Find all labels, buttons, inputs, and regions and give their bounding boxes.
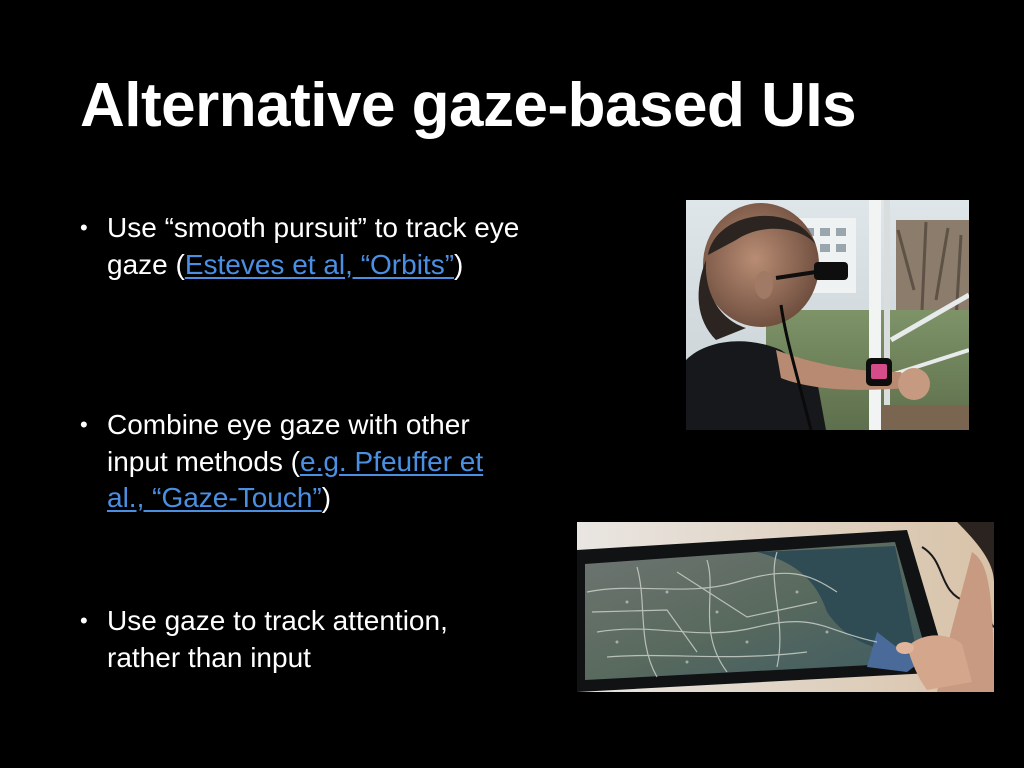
orbits-link[interactable]: Esteves et al, “Orbits”: [185, 249, 454, 280]
bullet-text: Combine eye gaze with other input method…: [107, 407, 520, 517]
bullet-dot: •: [80, 608, 88, 633]
gaze-touch-illustration: [577, 522, 994, 692]
slide: Alternative gaze-based UIs • Use “smooth…: [0, 0, 1024, 768]
bullet-dot: •: [80, 412, 88, 437]
slide-title: Alternative gaze-based UIs: [80, 71, 857, 140]
smartwatch-gaze-illustration: [686, 200, 969, 430]
gaze-touch-photo: [577, 522, 994, 692]
bullet-item-combine-gaze: • Combine eye gaze with other input meth…: [80, 407, 520, 517]
bullet-item-track-attention: • Use gaze to track attention, rather th…: [80, 603, 520, 676]
bullet-text: Use “smooth pursuit” to track eye gaze (…: [107, 210, 520, 283]
bullet-text-after: ): [321, 482, 332, 513]
bullet-text-after: ): [454, 248, 464, 280]
bullet-dot: •: [80, 215, 88, 240]
bullet-text: Use gaze to track attention, rather than…: [107, 603, 520, 676]
bullet-item-smooth-pursuit: • Use “smooth pursuit” to track eye gaze…: [80, 210, 520, 283]
bullet-text-before: Use gaze to track attention, rather than…: [107, 605, 448, 673]
smartwatch-gaze-photo: [686, 200, 969, 430]
